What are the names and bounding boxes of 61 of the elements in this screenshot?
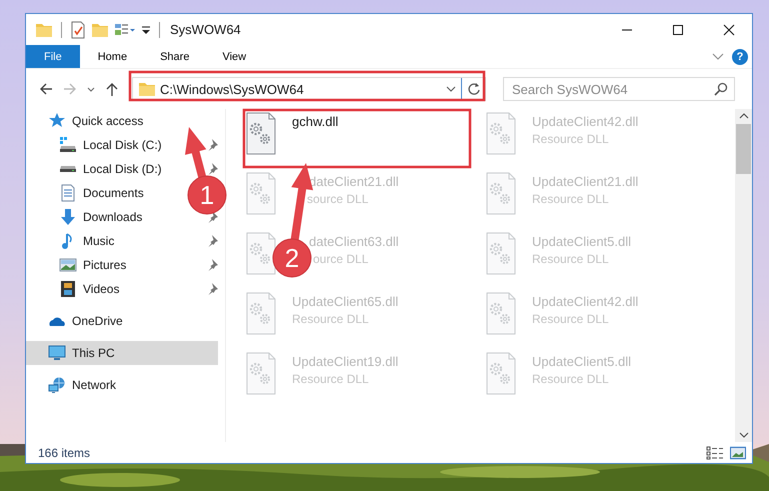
- ribbon-tab[interactable]: Share: [145, 45, 204, 68]
- sidebar-item[interactable]: Music: [26, 229, 218, 253]
- address-path[interactable]: C:\Windows\SysWOW64: [160, 82, 304, 96]
- ribbon-tab[interactable]: Home: [82, 45, 142, 68]
- pin-icon[interactable]: [206, 211, 218, 223]
- ribbon-tab[interactable]: View: [207, 45, 262, 68]
- sidebar-item[interactable]: OneDrive: [26, 309, 218, 333]
- picture-icon: [59, 256, 77, 274]
- item-count: 166 items: [38, 446, 90, 460]
- scroll-thumb[interactable]: [736, 124, 751, 174]
- step-badge: [188, 176, 226, 214]
- window-title: SysWOW64: [170, 22, 241, 37]
- checklist-icon[interactable]: [70, 20, 86, 38]
- file-type: Resource DLL: [532, 132, 610, 146]
- sidebar-item[interactable]: Network: [26, 373, 218, 397]
- address-field[interactable]: C:\Windows\SysWOW64: [132, 77, 486, 101]
- large-icons-view-icon[interactable]: [730, 446, 746, 460]
- pin-icon[interactable]: [206, 139, 218, 151]
- chevron-down-icon[interactable]: [738, 431, 748, 439]
- pin-icon[interactable]: [206, 283, 218, 295]
- up-arrow-icon[interactable]: [104, 81, 120, 97]
- file-type: Resource DLL: [532, 252, 610, 266]
- sidebar-item[interactable]: Pictures: [26, 253, 218, 277]
- file-type: Resource DLL: [292, 312, 370, 326]
- film-icon: [59, 280, 77, 298]
- sidebar-item[interactable]: Quick access: [26, 109, 218, 133]
- close-icon: [723, 24, 735, 36]
- sidebar-item[interactable]: Documents: [26, 181, 144, 205]
- file-type: Resource DLL: [532, 192, 610, 206]
- refresh-icon: [466, 82, 480, 96]
- globe-monitor-icon: [48, 376, 66, 394]
- file-type: Resource DLL: [532, 372, 610, 386]
- file-name[interactable]: gchw.dll: [292, 114, 338, 129]
- step-badge: [272, 238, 312, 278]
- gear-file-icon[interactable]: [245, 112, 277, 156]
- pin-icon[interactable]: [206, 235, 218, 247]
- search-icon[interactable]: [714, 82, 728, 96]
- file-type: Resource DLL: [292, 372, 370, 386]
- drive-icon: [59, 136, 77, 154]
- maximize-icon: [672, 24, 684, 36]
- file-type: Resource DLL: [532, 312, 610, 326]
- file-type: source DLL: [307, 192, 370, 206]
- ribbon-tab[interactable]: File: [26, 45, 80, 68]
- scrollbar[interactable]: [735, 109, 752, 442]
- sidebar-item[interactable]: This PC: [26, 341, 218, 365]
- details-view-icon[interactable]: [706, 446, 724, 460]
- help-button[interactable]: ?: [732, 48, 748, 64]
- chevron-up-icon[interactable]: [738, 112, 748, 120]
- folder-icon: [138, 80, 156, 98]
- search-field[interactable]: Search SysWOW64: [503, 77, 735, 101]
- sidebar-item[interactable]: Videos: [26, 277, 218, 301]
- pin-icon[interactable]: [206, 259, 218, 271]
- drive-icon: [59, 165, 77, 173]
- document-icon: [59, 184, 77, 202]
- step-number: 2: [284, 243, 300, 273]
- file-type: ource DLL: [313, 252, 370, 266]
- monitor-icon: [48, 344, 66, 362]
- back-arrow-icon[interactable]: [38, 81, 54, 97]
- pin-icon[interactable]: [206, 163, 218, 175]
- star-icon: [48, 112, 66, 130]
- download-arrow-icon: [59, 208, 77, 226]
